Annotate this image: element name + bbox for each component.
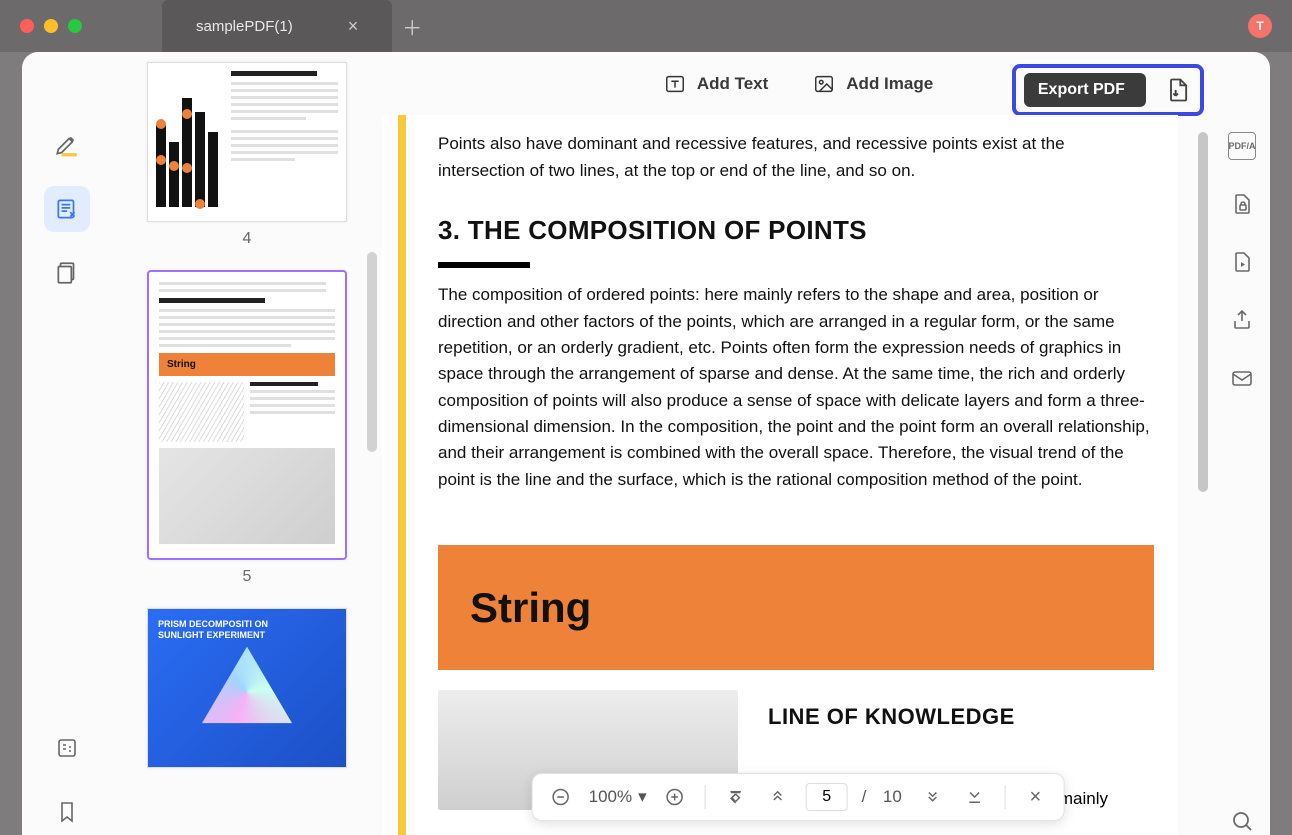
thumb-page-number: 5 <box>243 568 252 586</box>
page-sep: / <box>862 787 867 807</box>
close-bar-button[interactable]: × <box>1021 783 1049 811</box>
add-image-label: Add Image <box>846 74 933 94</box>
highlighter-tool[interactable] <box>44 122 90 168</box>
minimize-window-button[interactable] <box>44 19 58 33</box>
thumbnail-panel: 4 String 5 PR <box>112 52 382 835</box>
highlight-banner: String <box>438 545 1154 670</box>
heading-underline <box>438 262 530 268</box>
new-tab-button[interactable]: ＋ <box>392 0 432 52</box>
bookmark-tool[interactable] <box>44 789 90 835</box>
thumbnail-page-4[interactable]: 4 <box>132 62 362 248</box>
prev-page-button[interactable] <box>764 783 792 811</box>
page-total: 10 <box>880 787 904 807</box>
tab-title: samplePDF(1) <box>196 18 293 35</box>
prism-graphic <box>202 647 292 737</box>
thumb-slide-title: PRISM DECOMPOSITI ON SUNLIGHT EXPERIMENT <box>158 619 268 641</box>
export-pdf-highlight: Export PDF <box>1012 64 1204 116</box>
avatar[interactable]: T <box>1248 14 1272 38</box>
thumbnail-page-5[interactable]: String 5 <box>132 270 362 586</box>
fullscreen-window-button[interactable] <box>68 19 82 33</box>
edit-text-tool[interactable] <box>44 186 90 232</box>
thumb-page-number: 4 <box>243 230 252 248</box>
zoom-in-button[interactable] <box>661 783 689 811</box>
body-paragraph: The composition of ordered points: here … <box>438 282 1154 493</box>
zoom-level-value: 100% <box>589 787 632 807</box>
chevron-down-icon: ▾ <box>638 787 647 807</box>
close-window-button[interactable] <box>20 19 34 33</box>
text-icon <box>663 72 687 96</box>
mail-button[interactable] <box>1228 364 1256 392</box>
document-page: Points also have dominant and recessive … <box>382 115 1178 835</box>
add-image-button[interactable]: Add Image <box>812 72 933 96</box>
page-number-input[interactable] <box>806 783 848 811</box>
document-scrollbar[interactable] <box>1198 132 1208 552</box>
add-text-label: Add Text <box>697 74 768 94</box>
tabstrip: samplePDF(1) × ＋ <box>162 0 432 52</box>
form-tool[interactable] <box>44 725 90 771</box>
thumb-highlight-tag: String <box>159 353 335 376</box>
view-control-bar: 100% ▾ / 10 × <box>532 773 1065 821</box>
export-pdf-button[interactable] <box>1164 76 1192 104</box>
left-rail <box>22 52 112 835</box>
zoom-out-button[interactable] <box>547 783 575 811</box>
body-paragraph: Points also have dominant and recessive … <box>438 131 1154 184</box>
thumbnail-scrollbar[interactable] <box>367 252 377 452</box>
document-tab[interactable]: samplePDF(1) × <box>162 0 392 52</box>
share-button[interactable] <box>1228 306 1256 334</box>
main-area: Add Text Add Image Export PDF Points <box>382 52 1214 835</box>
next-page-button[interactable] <box>918 783 946 811</box>
titlebar: samplePDF(1) × ＋ T <box>0 0 1292 52</box>
page-margin-stripe <box>398 115 406 835</box>
close-tab-icon[interactable]: × <box>348 16 359 37</box>
thumbnail-page-6[interactable]: PRISM DECOMPOSITI ON SUNLIGHT EXPERIMENT <box>132 608 362 768</box>
first-page-button[interactable] <box>722 783 750 811</box>
edit-toolbar: Add Text Add Image Export PDF <box>382 52 1214 115</box>
slideshow-button[interactable] <box>1228 248 1256 276</box>
last-page-button[interactable] <box>960 783 988 811</box>
subsection-heading: LINE OF KNOWLEDGE <box>768 700 1154 734</box>
export-pdf-tooltip: Export PDF <box>1024 73 1146 107</box>
pdf-a-button[interactable]: PDF/A <box>1228 132 1256 160</box>
partial-text: mainly <box>1059 789 1108 809</box>
window-controls <box>20 19 82 33</box>
section-heading: 3. THE COMPOSITION OF POINTS <box>438 210 1154 250</box>
zoom-level-dropdown[interactable]: 100% ▾ <box>589 787 647 807</box>
right-rail: PDF/A <box>1214 52 1270 835</box>
protect-button[interactable] <box>1228 190 1256 218</box>
page-manage-tool[interactable] <box>44 250 90 296</box>
add-text-button[interactable]: Add Text <box>663 72 768 96</box>
app-frame: 4 String 5 PR <box>22 52 1270 835</box>
search-button[interactable] <box>1228 807 1256 835</box>
image-icon <box>812 72 836 96</box>
